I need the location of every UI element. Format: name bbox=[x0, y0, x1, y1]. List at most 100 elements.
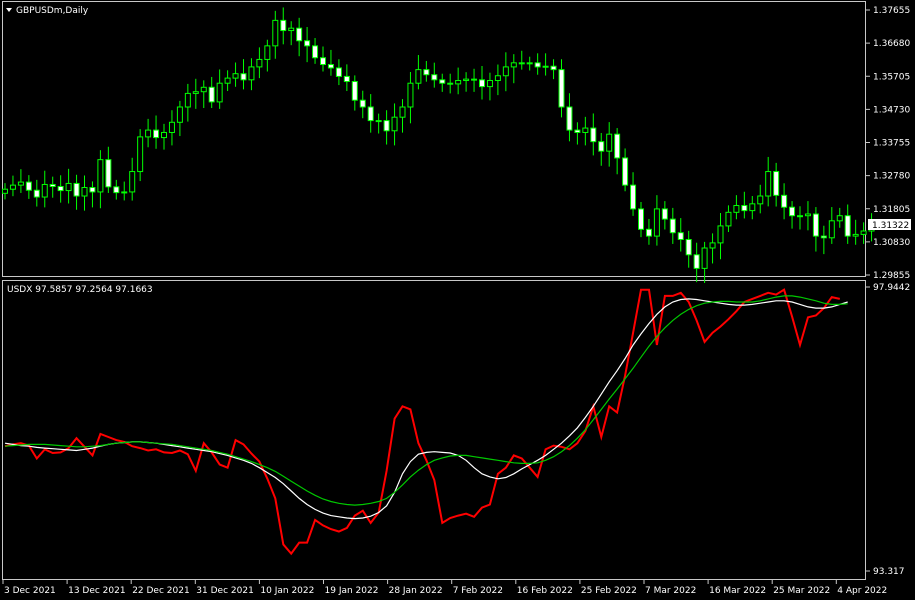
y-tick-label: 1.31805 bbox=[873, 205, 910, 215]
candle-body bbox=[312, 45, 319, 59]
candle-body bbox=[320, 57, 326, 66]
candle-body bbox=[566, 106, 573, 131]
candle-body bbox=[57, 185, 64, 192]
x-tick-label: 7 Feb 2022 bbox=[453, 586, 503, 596]
usdx-series-line bbox=[4, 298, 848, 520]
candle-body bbox=[121, 191, 128, 194]
y-tick-label: 1.32780 bbox=[873, 172, 910, 182]
candle-body bbox=[860, 230, 867, 235]
candle-body bbox=[192, 91, 199, 94]
candle-body bbox=[351, 81, 358, 101]
candle-body bbox=[423, 69, 430, 76]
candle-body bbox=[137, 136, 144, 173]
indicator-title: USDX 97.5857 97.2564 97.1663 bbox=[7, 285, 153, 295]
candle-body bbox=[836, 215, 843, 222]
candle-body bbox=[89, 187, 96, 193]
candle-body bbox=[343, 75, 350, 83]
candle-body bbox=[471, 78, 478, 81]
candle-body bbox=[804, 213, 811, 217]
candle-body bbox=[288, 27, 295, 32]
x-tick-label: 28 Jan 2022 bbox=[389, 586, 443, 596]
y-tick-label: 1.30830 bbox=[873, 238, 910, 248]
candle-body bbox=[280, 19, 287, 32]
candle-body bbox=[200, 86, 207, 93]
x-tick-label: 13 Dec 2021 bbox=[68, 586, 126, 596]
candle-body bbox=[773, 171, 780, 196]
y-tick-label: 1.29855 bbox=[873, 271, 910, 281]
time-axis: 3 Dec 2021 13 Dec 2021 22 Dec 2021 31 Dec 2… bbox=[2, 580, 887, 596]
candle-body bbox=[844, 215, 851, 237]
candle-body bbox=[717, 225, 724, 244]
candle-body bbox=[272, 19, 279, 47]
candle-body bbox=[359, 99, 366, 108]
x-tick-label: 3 Dec 2021 bbox=[4, 586, 56, 596]
candle-body bbox=[335, 67, 342, 77]
candle-body bbox=[33, 189, 40, 198]
candle-body bbox=[327, 64, 334, 69]
candle-body bbox=[49, 183, 56, 187]
candle-body bbox=[208, 86, 215, 103]
candle-body bbox=[677, 232, 684, 240]
candle-body bbox=[184, 92, 191, 108]
candle-body bbox=[479, 79, 485, 88]
candle-body bbox=[153, 129, 160, 139]
dropdown-triangle-icon[interactable] bbox=[6, 8, 12, 12]
candle-body bbox=[25, 181, 32, 191]
candle-body bbox=[590, 127, 597, 143]
candle-body bbox=[224, 77, 231, 84]
candle-body bbox=[709, 242, 716, 249]
chart-window: 1.37655 1.36680 1.35705 1.34730 1.33755 1.327… bbox=[0, 0, 915, 600]
candle-body bbox=[264, 45, 271, 60]
candle-body bbox=[749, 203, 756, 212]
candle-body bbox=[105, 159, 112, 188]
candle-body bbox=[582, 127, 589, 133]
current-price-label: 1.31322 bbox=[872, 221, 909, 231]
chart-canvas[interactable]: 1.37655 1.36680 1.35705 1.34730 1.33755 1.327… bbox=[0, 0, 915, 600]
candle-body bbox=[463, 78, 470, 81]
x-tick-label: 31 Dec 2021 bbox=[196, 586, 254, 596]
candle-body bbox=[407, 82, 414, 108]
usdx-lines bbox=[4, 288, 848, 556]
usdx-series-line bbox=[4, 295, 848, 506]
candle-body bbox=[510, 62, 517, 68]
candle-body bbox=[232, 73, 239, 79]
y-tick-label: 93.317 bbox=[873, 567, 905, 577]
candle-body bbox=[701, 247, 708, 269]
candle-body bbox=[391, 116, 398, 132]
y-tick-label: 1.33755 bbox=[873, 139, 910, 149]
candle-body bbox=[296, 27, 303, 42]
candle-body bbox=[17, 181, 24, 186]
candle-body bbox=[757, 195, 764, 205]
candle-body bbox=[399, 106, 406, 118]
candle-body bbox=[614, 133, 621, 159]
y-tick-label: 1.37655 bbox=[873, 6, 910, 16]
x-tick-label: 19 Jan 2022 bbox=[325, 586, 379, 596]
candle-body bbox=[216, 82, 223, 103]
candle-body bbox=[367, 106, 374, 122]
candle-body bbox=[240, 73, 247, 81]
candle-body bbox=[733, 205, 740, 213]
candle-body bbox=[431, 74, 438, 81]
candle-body bbox=[97, 159, 104, 193]
candle-body bbox=[693, 254, 700, 269]
candlestick-series bbox=[2, 7, 875, 283]
x-tick-label: 25 Feb 2022 bbox=[581, 586, 637, 596]
usdx-series-line bbox=[4, 288, 841, 556]
main-panel-frame bbox=[2, 1, 866, 277]
candle-body bbox=[685, 238, 692, 256]
candle-body bbox=[789, 206, 796, 217]
candle-body bbox=[145, 129, 152, 138]
candle-body bbox=[606, 133, 613, 152]
candle-body bbox=[653, 208, 660, 237]
x-tick-label: 10 Jan 2022 bbox=[260, 586, 314, 596]
main-y-axis: 1.37655 1.36680 1.35705 1.34730 1.33755 1.327… bbox=[866, 6, 910, 281]
candle-body bbox=[375, 120, 382, 123]
candle-body bbox=[518, 62, 525, 65]
candle-body bbox=[820, 235, 827, 239]
candle-body bbox=[161, 131, 167, 139]
candle-body bbox=[455, 79, 462, 85]
candle-body bbox=[574, 129, 581, 133]
candle-body bbox=[542, 65, 549, 68]
y-tick-label: 1.35705 bbox=[873, 72, 910, 82]
candle-body bbox=[725, 211, 732, 227]
